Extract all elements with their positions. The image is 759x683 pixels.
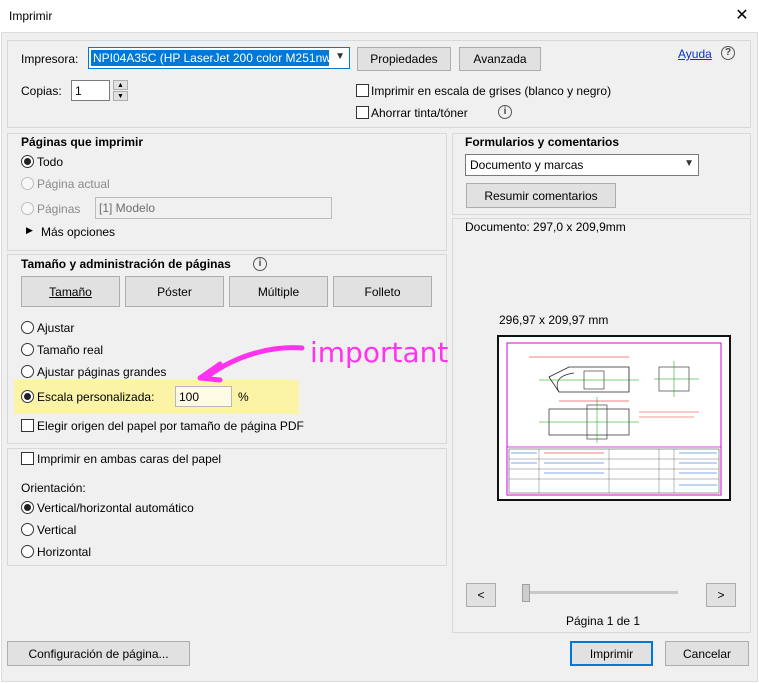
fit-radio[interactable] xyxy=(21,321,34,334)
help-link[interactable]: Ayuda xyxy=(678,47,712,61)
drawing-thumbnail xyxy=(506,342,722,496)
forms-heading: Formularios y comentarios xyxy=(465,135,620,149)
pages-all-label: Todo xyxy=(37,155,64,169)
pages-range-input[interactable]: [1] Modelo xyxy=(95,197,332,219)
orientation-portrait-label: Vertical xyxy=(37,523,77,537)
printer-select-value: NPI04A35C (HP LaserJet 200 color M251nw) xyxy=(91,50,329,66)
copies-up-icon[interactable]: ▲ xyxy=(113,80,128,90)
orientation-auto-label: Vertical/horizontal automático xyxy=(37,501,194,515)
percent-label: % xyxy=(238,390,249,404)
page-size: 296,97 x 209,97 mm xyxy=(499,313,609,327)
prev-page-button[interactable]: < xyxy=(466,583,496,607)
actual-size-label: Tamaño real xyxy=(37,343,104,357)
save-ink-checkbox[interactable] xyxy=(356,106,369,119)
orientation-auto-radio[interactable] xyxy=(21,501,34,514)
orientation-landscape-label: Horizontal xyxy=(37,545,92,559)
both-sides-label: Imprimir en ambas caras del papel xyxy=(37,452,222,466)
sizing-info-icon[interactable]: i xyxy=(253,257,267,271)
grayscale-checkbox[interactable] xyxy=(356,84,369,97)
custom-scale-radio[interactable] xyxy=(21,390,34,403)
custom-scale-label: Escala personalizada: xyxy=(37,390,155,404)
summarize-comments-button[interactable]: Resumir comentarios xyxy=(466,183,616,208)
grayscale-label: Imprimir en escala de grises (blanco y n… xyxy=(371,84,612,98)
orientation-label: Orientación: xyxy=(21,481,86,495)
window-title: Imprimir xyxy=(9,9,53,23)
shrink-radio[interactable] xyxy=(21,365,34,378)
printer-select[interactable]: NPI04A35C (HP LaserJet 200 color M251nw)… xyxy=(88,47,350,69)
cancel-button[interactable]: Cancelar xyxy=(665,641,749,666)
tab-size[interactable]: Tamaño xyxy=(21,276,120,307)
fit-label: Ajustar xyxy=(37,321,75,335)
page-slider-handle[interactable] xyxy=(522,584,530,602)
custom-scale-input[interactable]: 100 xyxy=(175,386,232,407)
more-options-label[interactable]: Más opciones xyxy=(41,225,115,239)
help-icon[interactable]: ? xyxy=(721,46,735,60)
tab-multiple[interactable]: Múltiple xyxy=(229,276,328,307)
orientation-portrait-radio[interactable] xyxy=(21,523,34,536)
tab-booklet[interactable]: Folleto xyxy=(333,276,432,307)
close-icon[interactable]: ✕ xyxy=(733,5,751,25)
forms-select-value: Documento y marcas xyxy=(470,158,584,172)
pages-range-label: Páginas xyxy=(37,202,81,216)
document-size: Documento: 297,0 x 209,9mm xyxy=(465,220,626,234)
pages-all-radio[interactable] xyxy=(21,155,34,168)
annotation-arrow-icon xyxy=(197,345,305,383)
printer-label: Impresora: xyxy=(21,52,79,66)
sizing-heading: Tamaño y administración de páginas xyxy=(21,257,231,271)
orientation-landscape-radio[interactable] xyxy=(21,545,34,558)
copies-down-icon[interactable]: ▼ xyxy=(113,91,128,101)
page-slider-track[interactable] xyxy=(522,591,678,594)
page-preview xyxy=(497,335,731,501)
pages-heading: Páginas que imprimir xyxy=(21,135,144,149)
chevron-down-icon: ▼ xyxy=(684,158,694,169)
actual-size-radio[interactable] xyxy=(21,343,34,356)
annotation-text: important xyxy=(310,336,449,369)
advanced-button[interactable]: Avanzada xyxy=(459,47,541,71)
copies-label: Copias: xyxy=(21,84,62,98)
page-counter: Página 1 de 1 xyxy=(566,614,641,628)
choose-source-checkbox[interactable] xyxy=(21,419,34,432)
page-setup-button[interactable]: Configuración de página... xyxy=(7,641,190,666)
info-icon[interactable]: i xyxy=(498,105,512,119)
save-ink-label: Ahorrar tinta/tóner xyxy=(371,106,468,120)
tab-poster[interactable]: Póster xyxy=(125,276,224,307)
pages-range-radio[interactable] xyxy=(21,202,34,215)
forms-select[interactable]: Documento y marcas ▼ xyxy=(465,154,699,176)
next-page-button[interactable]: > xyxy=(706,583,736,607)
print-button[interactable]: Imprimir xyxy=(570,641,653,666)
both-sides-checkbox[interactable] xyxy=(21,452,34,465)
pages-current-radio[interactable] xyxy=(21,177,34,190)
expand-arrow-icon[interactable]: ▶ xyxy=(26,225,33,236)
copies-input[interactable]: 1 xyxy=(71,80,110,101)
properties-button[interactable]: Propiedades xyxy=(357,47,451,71)
title-bar xyxy=(0,0,759,32)
chevron-down-icon: ▼ xyxy=(335,51,345,62)
choose-source-label: Elegir origen del papel por tamaño de pá… xyxy=(37,419,304,433)
pages-current-label: Página actual xyxy=(37,177,110,191)
shrink-label: Ajustar páginas grandes xyxy=(37,365,167,379)
